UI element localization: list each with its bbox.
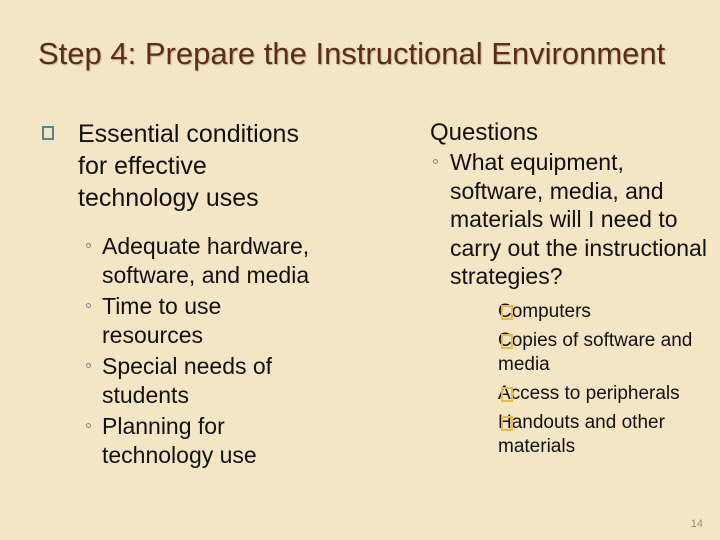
answer-item: Handouts and other materials (450, 411, 712, 459)
list-item-text: Time to use resources (102, 293, 222, 348)
circle-bullet-icon (86, 423, 91, 428)
questions-heading: Questions (430, 119, 539, 146)
right-column: Questions What equipment, software, medi… (402, 118, 712, 464)
conditions-list: Adequate hardware, software, and media T… (30, 232, 320, 469)
circle-bullet-icon (86, 363, 91, 368)
answer-text: Copies of software and media (498, 329, 693, 375)
question-text: What equipment, software, media, and mat… (450, 149, 707, 289)
list-item: Adequate hardware, software, and media (30, 232, 320, 289)
square-bullet-icon (501, 415, 513, 431)
list-item: Planning for technology use (30, 412, 320, 469)
essential-conditions-heading-text: Essential conditions for effective techn… (78, 120, 299, 212)
answer-item: Copies of software and media (450, 329, 712, 377)
slide-title: Step 4: Prepare the Instructional Enviro… (38, 36, 666, 71)
list-item: Time to use resources (30, 292, 320, 349)
answer-item: Access to peripherals (450, 382, 712, 406)
square-bullet-icon (42, 126, 54, 140)
questions-list: What equipment, software, media, and mat… (402, 148, 712, 459)
square-bullet-icon (501, 333, 513, 349)
square-bullet-icon (501, 304, 513, 320)
answer-text: Access to peripherals (498, 382, 680, 404)
answers-list: Computers Copies of software and media A… (450, 300, 712, 459)
circle-bullet-icon (433, 159, 438, 164)
list-item: Special needs of students (30, 352, 320, 409)
list-item-text: Special needs of students (102, 353, 273, 408)
left-column: Essential conditions for effective techn… (30, 118, 320, 472)
answer-item: Computers (450, 300, 712, 324)
circle-bullet-icon (86, 303, 91, 308)
question-item: What equipment, software, media, and mat… (402, 148, 712, 459)
essential-conditions-heading: Essential conditions for effective techn… (30, 118, 320, 214)
answer-text: Handouts and other materials (498, 411, 665, 457)
list-item-text: Adequate hardware, software, and media (102, 233, 310, 288)
square-bullet-icon (501, 386, 513, 402)
page-number: 14 (690, 518, 703, 530)
list-item-text: Planning for technology use (102, 413, 257, 468)
circle-bullet-icon (86, 243, 91, 248)
